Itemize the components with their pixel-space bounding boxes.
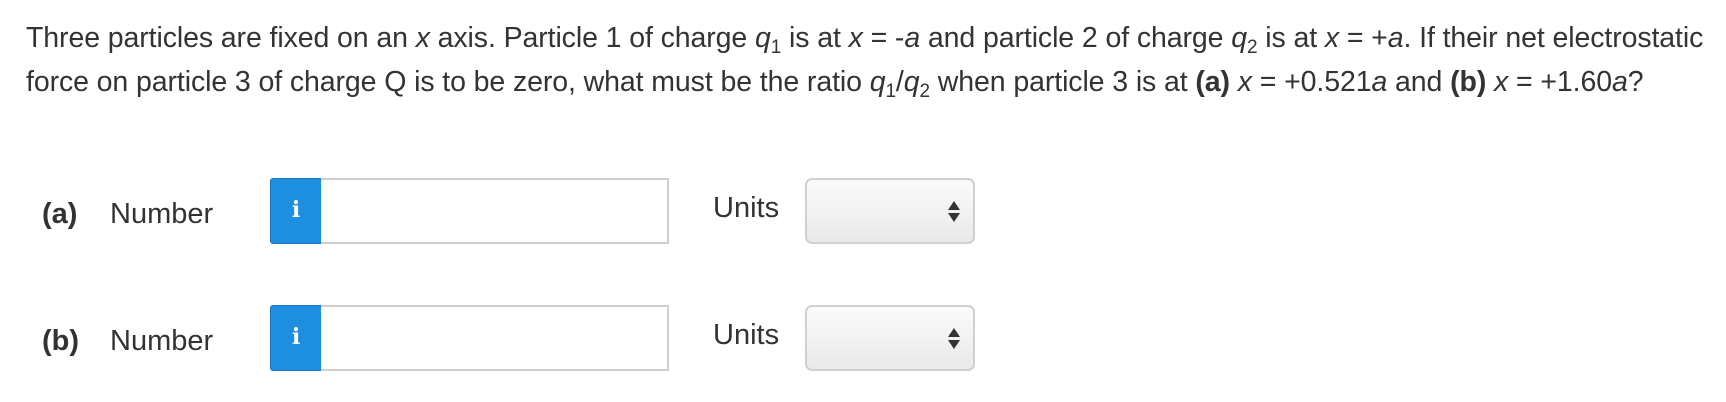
- question-var: a: [1387, 22, 1404, 54]
- question-fragment: = +1.60: [1508, 66, 1612, 98]
- units-select-b[interactable]: [805, 305, 975, 371]
- number-label: Number: [110, 198, 214, 230]
- question-subscript: 1: [770, 37, 782, 58]
- arrow-up-icon: [948, 328, 960, 337]
- question-var: q: [754, 22, 771, 54]
- question-part-marker: (a): [1195, 66, 1230, 98]
- question-var: x: [1486, 66, 1509, 98]
- updown-arrows-icon: [947, 200, 961, 224]
- question-var: x: [1229, 66, 1252, 98]
- question-fragment: is at: [1257, 22, 1325, 54]
- question-subscript: 1: [885, 81, 896, 102]
- question-fragment: = -: [862, 22, 905, 54]
- number-label: Number: [110, 325, 214, 357]
- question-fragment: is at: [781, 22, 849, 54]
- question-var: q: [903, 66, 920, 98]
- question-fragment: = +0.521: [1251, 66, 1372, 98]
- units-label: Units: [713, 319, 780, 351]
- question-var: q: [869, 66, 886, 98]
- question-fragment: /: [895, 66, 904, 98]
- question-fragment: when particle 3 is at: [929, 66, 1196, 98]
- info-button[interactable]: i: [270, 305, 322, 371]
- info-icon: i: [291, 197, 301, 223]
- question-var: a: [904, 22, 921, 54]
- question-fragment: Three particles are fixed on an: [26, 22, 416, 54]
- question-text: Three particles are fixed on an x axis. …: [26, 16, 1706, 104]
- number-input-a[interactable]: [321, 178, 669, 244]
- units-select-a[interactable]: [805, 178, 975, 244]
- question-fragment: ?: [1627, 66, 1644, 98]
- question-subscript: 2: [919, 81, 931, 102]
- question-fragment: = +: [1339, 22, 1388, 54]
- part-label: (b): [42, 325, 80, 357]
- question-fragment: and particle 2 of charge: [920, 22, 1232, 54]
- question-var: q: [1231, 22, 1247, 54]
- arrow-down-icon: [948, 213, 960, 222]
- updown-arrows-icon: [947, 327, 961, 351]
- answer-row-b: (b) Number i Units: [0, 305, 1726, 373]
- number-input-b[interactable]: [321, 305, 669, 371]
- question-var: x: [1324, 22, 1339, 54]
- arrow-down-icon: [948, 340, 960, 349]
- answer-row-a: (a) Number i Units: [0, 178, 1726, 246]
- question-var: x: [848, 22, 863, 54]
- question-fragment: and: [1387, 66, 1451, 98]
- question-var: x: [415, 22, 430, 54]
- question-var: a: [1611, 66, 1628, 98]
- part-label: (a): [42, 198, 78, 230]
- units-label: Units: [713, 192, 780, 224]
- info-icon: i: [291, 324, 301, 350]
- question-part-marker: (b): [1450, 66, 1487, 98]
- arrow-up-icon: [948, 201, 960, 210]
- question-subscript: 2: [1246, 37, 1258, 58]
- info-button[interactable]: i: [270, 178, 322, 244]
- question-var: a: [1371, 66, 1388, 98]
- question-fragment: axis. Particle 1 of charge: [429, 22, 755, 54]
